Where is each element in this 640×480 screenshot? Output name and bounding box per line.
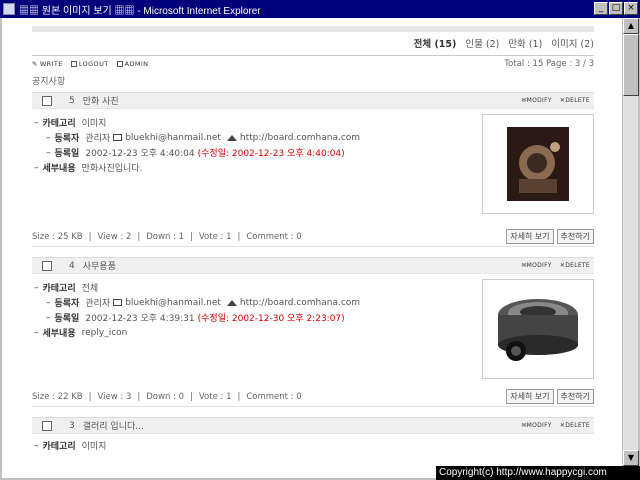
pencil-icon: ✎ — [32, 60, 38, 68]
divider — [32, 55, 594, 56]
ie-page-icon — [3, 3, 15, 15]
scroll-up-icon[interactable]: ▲ — [623, 18, 639, 34]
write-link[interactable]: ✎ WRITE — [32, 60, 63, 68]
post-checkbox[interactable] — [42, 420, 52, 431]
category-label: 카테고리 — [42, 442, 76, 452]
window-title: ▦▦ 원본 이미지 보기 ▦▦ - Microsoft Internet Exp… — [19, 5, 261, 17]
homepage-link[interactable]: http://board.comhana.com — [240, 298, 360, 308]
admin-icon — [116, 61, 123, 67]
post-checkbox[interactable] — [42, 260, 52, 271]
view-detail-button[interactable]: 자세히 보기 — [506, 389, 554, 404]
category-value: 이미지 — [81, 442, 107, 452]
detail-label: 세부내용 — [42, 329, 76, 339]
logout-link[interactable]: LOGOUT — [70, 60, 109, 68]
vertical-scrollbar[interactable]: ▲ ▼ — [622, 18, 639, 466]
category-tabs: 전체 (15) 인물 (2) 만화 (1) 이미지 (2) — [32, 36, 594, 50]
maximize-button[interactable]: □ — [609, 2, 623, 15]
board-content: 전체 (15) 인물 (2) 만화 (1) 이미지 (2) ✎ WRITE LOG… — [32, 22, 594, 453]
category-all[interactable]: 전체 (15) — [414, 36, 457, 50]
author-label: 등록자 — [54, 134, 80, 144]
post-stats: Size : 25 KB | View : 2 | Down : 1 | Vote :… — [32, 227, 594, 247]
modify-button[interactable]: ✉MODIFY — [521, 97, 552, 104]
comic-image-icon — [507, 127, 569, 201]
post-item: 3 갤러리 입니다... ✉MODIFY ✕DELETE – 카테고리 이미지 — [32, 417, 594, 453]
view-detail-button[interactable]: 자세히 보기 — [506, 229, 554, 244]
modified-date: (수정일: 2002-12-23 오후 4:40:04) — [197, 149, 345, 159]
copyright-banner: Copyright(c) http://www.happycgi.com — [436, 466, 640, 480]
post-thumbnail[interactable] — [482, 279, 594, 379]
email-link[interactable]: bluekhi@hanmail.net — [125, 298, 221, 308]
homepage-link[interactable]: http://board.comhana.com — [240, 133, 360, 143]
top-divider — [32, 26, 594, 32]
post-header: 5 만화 사진 ✉MODIFY ✕DELETE — [32, 92, 594, 109]
post-title[interactable]: 만화 사진 — [83, 94, 119, 107]
date-value: 2002-12-23 오후 4:39:31 — [85, 314, 195, 324]
post-number: 4 — [69, 260, 75, 271]
close-button[interactable]: × — [624, 2, 638, 15]
delete-button[interactable]: ✕DELETE — [560, 422, 590, 429]
home-icon — [226, 134, 237, 141]
page-info: Total : 15 Page : 3 / 3 — [504, 59, 594, 69]
category-comic[interactable]: 만화 (1) — [508, 36, 542, 50]
post-header: 3 갤러리 입니다... ✉MODIFY ✕DELETE — [32, 417, 594, 434]
admin-link[interactable]: ADMIN — [116, 60, 149, 68]
category-value: 이미지 — [81, 119, 107, 129]
scroll-down-icon[interactable]: ▼ — [623, 450, 639, 466]
author-label: 등록자 — [54, 299, 80, 309]
category-label: 카테고리 — [42, 284, 76, 294]
delete-button[interactable]: ✕DELETE — [560, 97, 590, 104]
projector-image-icon — [498, 299, 578, 361]
author-value: 관리자 — [85, 134, 111, 144]
detail-label: 세부내용 — [42, 164, 76, 174]
post-number: 5 — [69, 95, 75, 106]
window-titlebar: ▦▦ 원본 이미지 보기 ▦▦ - Microsoft Internet Exp… — [0, 0, 640, 18]
post-header: 4 사무용품 ✉MODIFY ✕DELETE — [32, 257, 594, 274]
category-image[interactable]: 이미지 (2) — [551, 36, 594, 50]
date-label: 등록일 — [54, 149, 80, 159]
category-people[interactable]: 인물 (2) — [465, 36, 499, 50]
post-stats: Size : 22 KB | View : 3 | Down : 0 | Vote :… — [32, 387, 594, 407]
detail-value: reply_icon — [81, 327, 128, 338]
post-title[interactable]: 사무용품 — [83, 259, 116, 272]
modified-date: (수정일: 2002-12-30 오후 2:23:07) — [197, 314, 345, 324]
modify-button[interactable]: ✉MODIFY — [521, 262, 552, 269]
delete-button[interactable]: ✕DELETE — [560, 262, 590, 269]
minimize-button[interactable]: _ — [594, 2, 608, 15]
email-link[interactable]: bluekhi@hanmail.net — [125, 133, 221, 143]
post-thumbnail[interactable] — [482, 114, 594, 214]
modify-button[interactable]: ✉MODIFY — [521, 422, 552, 429]
recommend-button[interactable]: 추천하기 — [556, 389, 594, 404]
email-icon — [113, 134, 123, 141]
date-value: 2002-12-23 오후 4:40:04 — [85, 149, 195, 159]
email-icon — [113, 299, 123, 306]
category-label: 카테고리 — [42, 119, 76, 129]
post-number: 3 — [69, 420, 75, 431]
date-label: 등록일 — [54, 314, 80, 324]
board-toolbar: ✎ WRITE LOGOUT ADMIN Total : 15 Page : 3 … — [32, 59, 594, 69]
recommend-button[interactable]: 추천하기 — [556, 229, 594, 244]
author-value: 관리자 — [85, 299, 111, 309]
category-value: 전체 — [81, 284, 99, 294]
post-checkbox[interactable] — [42, 95, 52, 106]
post-title[interactable]: 갤러리 입니다... — [83, 419, 144, 432]
post-item: 4 사무용품 ✉MODIFY ✕DELETE – 카테고리 전체 – 등록자 관리자 bl… — [32, 257, 594, 407]
window-controls: _ □ × — [594, 2, 638, 15]
notice-link[interactable]: 공지사항 — [32, 74, 594, 87]
detail-value: 만화사진입니다. — [81, 164, 143, 174]
home-icon — [226, 299, 237, 306]
post-item: 5 만화 사진 ✉MODIFY ✕DELETE – 카테고리 이미지 – 등록자 관리자… — [32, 92, 594, 247]
logout-icon — [70, 61, 77, 67]
scroll-thumb[interactable] — [623, 34, 639, 96]
